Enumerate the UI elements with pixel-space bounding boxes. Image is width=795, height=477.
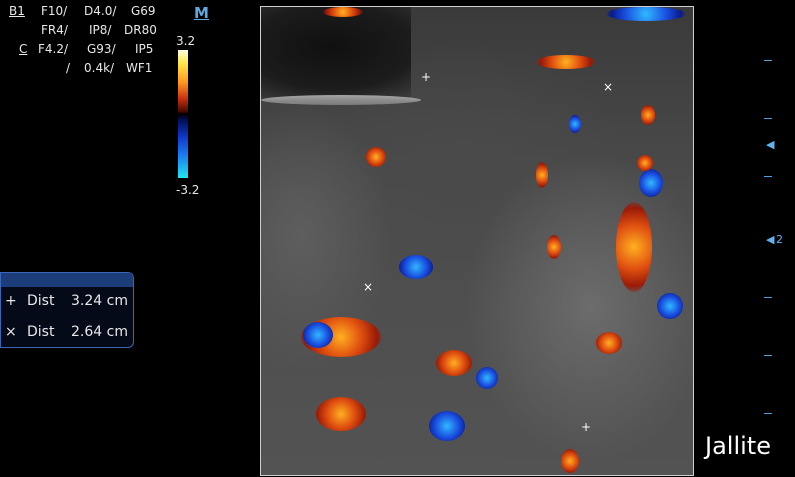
ultrasound-image[interactable]: + + × × — [260, 6, 694, 476]
measurement-value: 2.64 cm — [71, 324, 128, 340]
focus-marker-icon[interactable]: ◀ — [766, 138, 774, 151]
measurement-panel: + Dist 3.24 cm × Dist 2.64 cm — [0, 272, 134, 348]
caliper-plus-start[interactable]: + — [421, 71, 431, 83]
depth-tick — [764, 176, 772, 177]
param-g93: G93/ — [87, 42, 116, 56]
doppler-flow-red — [536, 162, 548, 188]
caliper-plus-end[interactable]: + — [581, 421, 591, 433]
param-slash: / — [66, 61, 71, 75]
param-f42: F4.2/ — [38, 42, 69, 56]
depth-tick — [764, 355, 772, 356]
depth-tick — [764, 297, 772, 298]
param-dr: DR80 — [124, 23, 157, 37]
param-ip5: IP5 — [135, 42, 154, 56]
doppler-color-bar — [178, 50, 188, 178]
measurement-panel-header — [1, 273, 133, 287]
depth-tick — [764, 60, 772, 61]
param-prf: 0.4k/ — [84, 61, 115, 75]
param-d: D4.0/ — [84, 4, 117, 18]
param-row-2: FR4/ IP8/ DR80 — [0, 21, 170, 39]
color-scale-max: 3.2 — [176, 34, 196, 48]
param-g: G69 — [131, 4, 156, 18]
doppler-flow-red — [316, 397, 366, 431]
doppler-flow-red — [641, 105, 655, 125]
caliper-cross-start[interactable]: × — [603, 81, 613, 93]
doppler-flow-red — [436, 350, 472, 376]
doppler-flow-red — [637, 155, 653, 171]
depth-tick — [764, 118, 772, 119]
doppler-flow-red — [366, 147, 386, 167]
doppler-flow-red — [323, 7, 363, 17]
doppler-flow-red — [561, 449, 579, 473]
doppler-flow-blue — [639, 169, 663, 197]
doppler-flow-blue — [569, 115, 581, 133]
doppler-flow-blue — [303, 322, 333, 348]
depth-tick — [764, 413, 772, 414]
anechoic-region — [261, 7, 411, 102]
caliper-plus-icon: + — [5, 293, 17, 309]
focus-marker-icon[interactable]: ◀ — [766, 233, 774, 246]
caliper-cross-end[interactable]: × — [363, 281, 373, 293]
doppler-flow-blue — [399, 255, 433, 279]
doppler-flow-blue — [476, 367, 498, 389]
param-row-3: C F4.2/ G93/ IP5 — [0, 40, 170, 58]
doppler-flow-blue — [606, 7, 686, 21]
brand-watermark: Jallite — [705, 432, 771, 460]
param-fr: FR4/ — [41, 23, 68, 37]
doppler-flow-blue — [657, 293, 683, 319]
param-row-1: B1 F10/ D4.0/ G69 — [0, 2, 170, 20]
doppler-flow-blue — [429, 411, 465, 441]
measurement-value: 3.24 cm — [71, 293, 128, 309]
param-ip: IP8/ — [89, 23, 112, 37]
param-f10: F10/ — [41, 4, 68, 18]
mode-c-label: C — [19, 42, 28, 56]
doppler-flow-red — [616, 202, 652, 292]
color-scale-min: -3.2 — [176, 183, 200, 197]
mode-logo: M — [194, 4, 209, 22]
depth-label: 2 — [776, 233, 783, 246]
doppler-flow-red — [547, 235, 561, 259]
mode-b1-label: B1 — [9, 4, 25, 18]
doppler-flow-red — [536, 55, 596, 69]
measurement-label: Dist — [27, 324, 55, 340]
caliper-cross-icon: × — [5, 324, 17, 340]
param-row-4: / 0.4k/ WF1 — [0, 59, 170, 77]
doppler-flow-red — [596, 332, 622, 354]
param-wf: WF1 — [126, 61, 153, 75]
echogenic-wall — [261, 95, 421, 105]
measurement-label: Dist — [27, 293, 55, 309]
